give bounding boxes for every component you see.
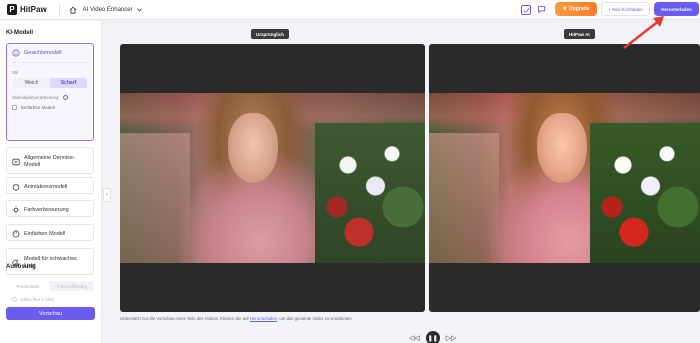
- style-label: Stil: [12, 70, 19, 75]
- export-settings-icon[interactable]: [521, 5, 531, 15]
- colorize-icon: [12, 230, 20, 238]
- playback-controls: ◁◁ ❚❚ ▷▷: [409, 331, 457, 343]
- animation-icon: [12, 183, 20, 191]
- original-video-panel: [120, 44, 425, 312]
- annotation-arrow-icon: [623, 16, 664, 49]
- original-frame-image: [120, 93, 425, 263]
- model-denoise[interactable]: Allgemeine Denoise-Modell: [6, 147, 94, 174]
- colorize-checkbox[interactable]: [12, 104, 17, 110]
- next-icon[interactable]: ▷▷: [446, 334, 457, 342]
- info-icon[interactable]: [62, 94, 68, 100]
- face-model-card[interactable]: Gesichtsmodell Stil Weich Scharf Multiob…: [6, 43, 94, 141]
- model-colorize[interactable]: Einfärben Modell: [6, 224, 94, 241]
- style-option-soft[interactable]: Weich: [13, 78, 50, 88]
- module-name: AI Video Enhancer: [82, 6, 133, 13]
- header-divider: [58, 4, 60, 15]
- multi-face-label: Multiobjektverarbeitung: [12, 94, 59, 100]
- denoise-icon: [12, 158, 20, 166]
- resolution-tab-preset[interactable]: Presentade: [6, 281, 50, 291]
- top-bar: P HitPaw AI Video Enhancer ♛ Upgrade + N…: [0, 0, 700, 20]
- collapse-sidebar-button[interactable]: ‹: [103, 188, 111, 202]
- pause-button[interactable]: ❚❚: [425, 331, 440, 343]
- resolution-radio[interactable]: [12, 297, 17, 302]
- app-logo: P HitPaw: [7, 4, 47, 15]
- style-option-sharp[interactable]: Scharf: [50, 78, 87, 88]
- original-label: Ursprünglich: [251, 29, 290, 39]
- home-icon[interactable]: [69, 5, 78, 14]
- crown-icon: ♛: [562, 6, 568, 12]
- face-model-header[interactable]: Gesichtsmodell: [7, 44, 93, 62]
- model-low-light[interactable]: Modell für schwaches Licht: [6, 248, 94, 275]
- colorize-row[interactable]: Einfärben Modell: [7, 102, 93, 112]
- download-link[interactable]: Herunterladen: [250, 316, 277, 321]
- ai-label: HitPaw AI: [564, 29, 595, 39]
- style-toggle: Weich Scharf: [13, 78, 87, 88]
- chevron-down-icon: [136, 7, 142, 11]
- color-enhance-icon: [12, 205, 20, 214]
- module-selector[interactable]: AI Video Enhancer: [83, 7, 142, 13]
- colorize-label: Einfärben Modell: [21, 104, 55, 110]
- resolution-title: Auflösung: [6, 264, 36, 270]
- face-model-label: Gesichtsmodell: [24, 50, 62, 56]
- feedback-icon[interactable]: [537, 5, 546, 14]
- logo-mark: P: [7, 4, 17, 15]
- previous-icon[interactable]: ◁◁: [409, 334, 420, 342]
- multi-face-row: Multiobjektverarbeitung: [7, 92, 93, 102]
- enhanced-video-panel: [429, 44, 700, 312]
- resolution-option-1080[interactable]: 1080 (352 x 188): [12, 297, 54, 302]
- preview-caption: Unterstützt nur die Vorschau eines Teils…: [120, 316, 352, 321]
- resolution-tabs: Presentade Foto Auflösung: [6, 281, 94, 291]
- model-color-enhance[interactable]: Farbverbesserung: [6, 200, 94, 217]
- ai-model-title: KI-Modell: [6, 30, 33, 36]
- upgrade-button[interactable]: ♛ Upgrade: [555, 2, 597, 16]
- sidebar: KI-Modell Gesichtsmodell Stil Weich Scha…: [0, 21, 102, 343]
- resolution-tab-photo[interactable]: Foto Auflösung: [50, 281, 94, 291]
- app-name: HitPaw: [20, 5, 47, 14]
- model-animation[interactable]: Animationsmodell: [6, 177, 94, 194]
- preview-button[interactable]: Vorschau: [6, 307, 95, 320]
- face-model-icon: [12, 49, 20, 57]
- enhanced-frame-image: [429, 93, 700, 263]
